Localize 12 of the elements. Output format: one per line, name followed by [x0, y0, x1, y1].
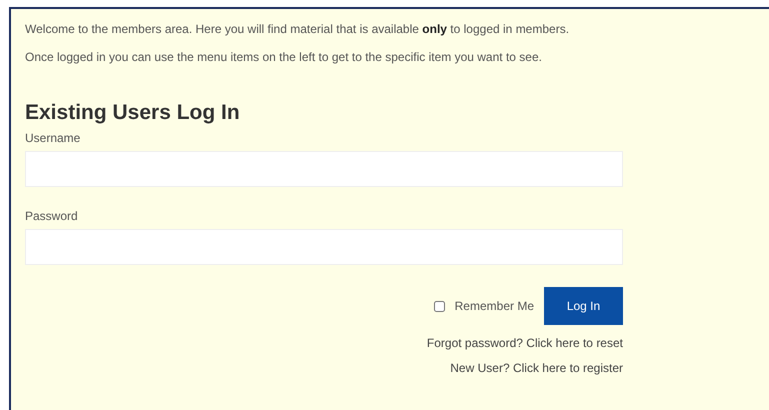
intro-text: Once logged in you can use the menu items on the left to get to the specific item you want to see. [25, 49, 543, 66]
field-label: Password [25, 209, 79, 223]
input-field[interactable] [25, 151, 623, 187]
help-link[interactable]: New User? Click here to register [25, 361, 623, 375]
remember-label: Remember Me [454, 299, 534, 313]
login-heading: Existing Users Log In [25, 101, 241, 125]
remember-checkbox[interactable] [434, 300, 445, 312]
input-field[interactable] [25, 229, 623, 265]
field-label: Username [25, 131, 82, 145]
login-button[interactable]: Log In [544, 287, 623, 325]
help-link[interactable]: Forgot password? Click here to reset [25, 336, 623, 350]
intro-text: Welcome to the members area. Here you will find material that is available only to logged in members. [25, 21, 570, 38]
